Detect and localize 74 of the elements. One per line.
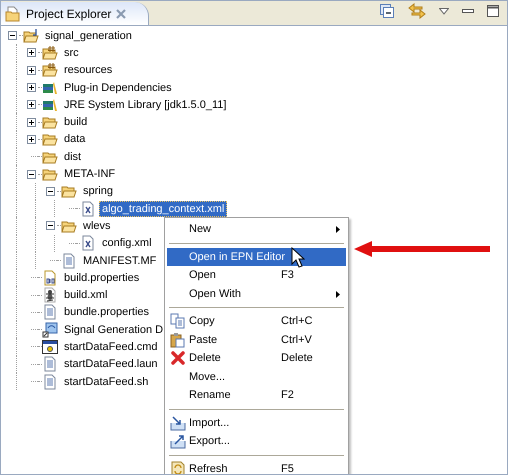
export-icon xyxy=(170,433,186,450)
file-icon xyxy=(61,252,77,268)
project-folder-icon xyxy=(23,28,39,44)
delete-icon xyxy=(170,350,186,366)
menu-item[interactable]: Rename F2 xyxy=(167,386,346,404)
tree-item[interactable]: build xyxy=(61,114,90,130)
minimize-icon[interactable] xyxy=(462,8,474,14)
menu-item[interactable]: Export... xyxy=(167,432,346,450)
expander-icon[interactable] xyxy=(27,170,36,179)
expander-icon[interactable] xyxy=(27,134,36,144)
import-icon xyxy=(170,414,186,431)
menu-item[interactable]: Open With xyxy=(167,284,346,303)
menu-item[interactable]: Copy Ctrl+C xyxy=(167,312,346,330)
file-icon xyxy=(42,374,58,390)
tree-item[interactable]: startDataFeed.laun xyxy=(61,356,161,372)
tree-item[interactable]: Signal Generation D xyxy=(61,322,166,338)
clipboard-icon xyxy=(170,332,186,348)
expander-icon[interactable] xyxy=(27,48,36,58)
folder-icon xyxy=(5,6,21,22)
tree-item[interactable]: algo_trading_context.xml xyxy=(99,200,228,217)
books-icon xyxy=(42,96,58,113)
mouse-cursor-icon xyxy=(291,247,305,268)
tree-item[interactable]: signal_generation xyxy=(42,28,135,44)
file-icon xyxy=(42,304,58,320)
xml-file-icon xyxy=(80,235,96,252)
tree-item[interactable]: dist xyxy=(61,148,84,165)
expander-icon[interactable] xyxy=(46,221,55,230)
tree-item[interactable]: startDataFeed.sh xyxy=(61,374,152,390)
expander-icon[interactable] xyxy=(46,186,55,196)
link-arrows-icon[interactable] xyxy=(408,3,426,19)
xml-file-icon xyxy=(80,200,96,217)
menu-item[interactable]: Delete Delete xyxy=(167,349,346,368)
menu-item[interactable]: New xyxy=(167,220,346,238)
tree-item[interactable]: Plug-in Dependencies xyxy=(61,80,175,96)
tree-item[interactable]: bundle.properties xyxy=(61,304,152,320)
view-menu-icon[interactable] xyxy=(439,8,449,14)
view-tab[interactable]: Project Explorer xyxy=(1,2,150,25)
tree-item[interactable]: startDataFeed.cmd xyxy=(61,338,161,355)
file-icon xyxy=(42,356,58,372)
tree-item[interactable]: build.properties xyxy=(61,270,142,286)
menu-item[interactable]: Import... xyxy=(167,414,346,432)
tree-item[interactable]: META-INF xyxy=(61,166,118,182)
package-folder-icon xyxy=(42,44,58,61)
tree-item[interactable]: wlevs xyxy=(80,218,114,234)
maximize-icon[interactable] xyxy=(487,5,499,17)
expander-icon[interactable] xyxy=(27,83,36,92)
menu-item[interactable]: Paste Ctrl+V xyxy=(167,330,346,349)
tree-item[interactable]: build.xml xyxy=(61,287,110,304)
tree-item[interactable]: config.xml xyxy=(99,235,155,252)
bug-icon xyxy=(42,287,58,304)
tree-item[interactable]: spring xyxy=(80,183,116,200)
tree-item[interactable]: resources xyxy=(61,62,116,78)
collapse-all-icon[interactable] xyxy=(379,3,395,19)
binary-file-icon xyxy=(42,270,58,286)
window-icon xyxy=(42,338,58,355)
menu-item[interactable]: Open in EPN Editor xyxy=(167,248,346,266)
tree-item[interactable]: MANIFEST.MF xyxy=(80,252,160,268)
copy-icon xyxy=(170,313,186,330)
expander-icon[interactable] xyxy=(8,31,17,40)
expander-icon[interactable] xyxy=(27,118,36,127)
books-icon xyxy=(42,80,58,96)
menu-item[interactable]: Move... xyxy=(167,368,346,386)
expander-icon[interactable] xyxy=(27,66,36,75)
tree-item[interactable]: src xyxy=(61,44,82,61)
expander-icon[interactable] xyxy=(27,100,36,110)
close-icon[interactable] xyxy=(116,8,126,18)
refresh-icon xyxy=(170,460,186,474)
tree-item[interactable]: JRE System Library [jdk1.5.0_11] xyxy=(61,96,230,113)
view-title: Project Explorer xyxy=(26,6,112,20)
menu-item[interactable]: Open F3 xyxy=(167,266,346,284)
menu-item[interactable]: Refresh F5 xyxy=(167,460,346,474)
monitor-icon xyxy=(42,322,58,338)
package-folder-icon xyxy=(42,62,58,78)
tree-item[interactable]: data xyxy=(61,131,88,148)
